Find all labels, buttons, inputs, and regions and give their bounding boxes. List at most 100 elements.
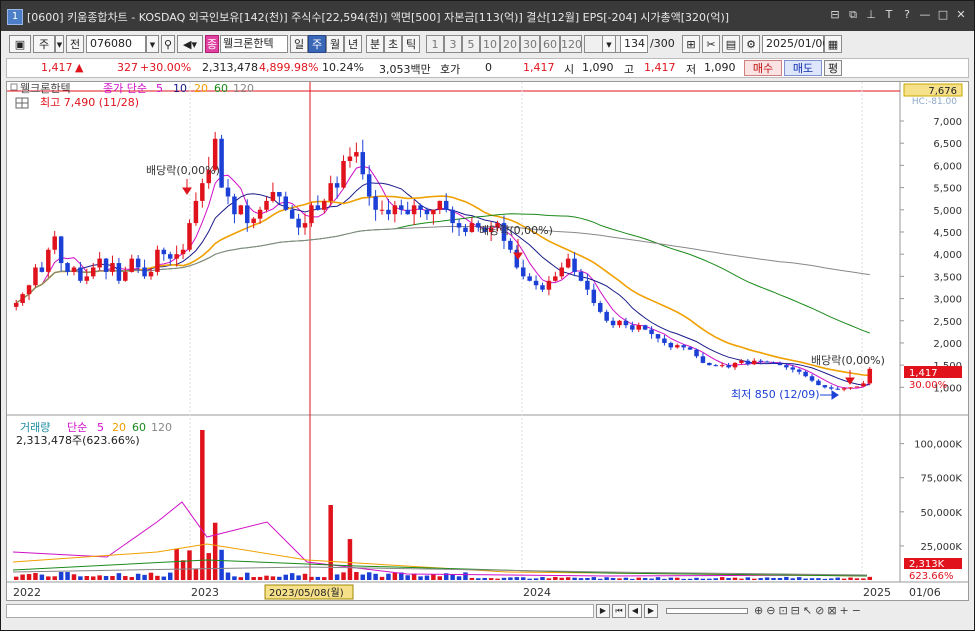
interval-20[interactable]: 20	[500, 35, 520, 53]
volume-bar	[713, 578, 719, 580]
text-icon[interactable]: T	[882, 8, 896, 22]
chart-menu-icon[interactable]: ▣	[9, 35, 31, 53]
buy-button[interactable]: 매수	[744, 60, 782, 76]
period-minute[interactable]: 분	[366, 35, 384, 53]
candle-body	[578, 271, 584, 281]
candle-body	[424, 209, 430, 215]
volume-bar	[649, 578, 654, 580]
volume-bar	[373, 573, 378, 580]
volume-bar	[33, 573, 38, 580]
candle-body	[309, 205, 314, 224]
stock-name-field[interactable]: 웰크론한텍	[220, 35, 288, 53]
volume-bar	[572, 577, 577, 580]
period-tick[interactable]: 틱	[402, 35, 420, 53]
ma-120-label: 120	[233, 82, 254, 95]
period-week[interactable]: 주	[308, 35, 326, 53]
candle-body	[630, 325, 635, 330]
interval-dropdown-icon[interactable]: ▼	[602, 35, 616, 53]
calendar-icon[interactable]: ▦	[824, 35, 842, 53]
chart-area[interactable]: 7,000 6,500 6,000 5,500 5,000 4,500 4,000 3,500…	[6, 81, 969, 601]
erase-icon[interactable]: ⊠	[827, 604, 836, 617]
zoom-in-icon[interactable]: ⊕	[754, 604, 763, 617]
price-tick-label: 7,000	[933, 117, 962, 128]
sell-button[interactable]: 매도	[784, 60, 822, 76]
scroll-start-icon[interactable]: ⏮	[612, 604, 626, 618]
volume-bar	[854, 578, 860, 580]
code-input[interactable]: 076080	[86, 35, 146, 53]
draw-icon[interactable]: ⊘	[815, 604, 824, 617]
interval-3[interactable]: 3	[444, 35, 462, 53]
interval-5[interactable]: 5	[462, 35, 480, 53]
minimize-icon[interactable]: —	[918, 8, 932, 22]
tab-all[interactable]: 전	[66, 35, 84, 53]
volume-bar	[745, 577, 751, 580]
top-price-label: 7,676	[928, 86, 957, 97]
period-second[interactable]: 초	[384, 35, 402, 53]
change-percent: +30.00%	[140, 61, 192, 74]
volume-bar	[739, 578, 744, 580]
candle-body	[33, 267, 38, 286]
volume-bar	[251, 576, 256, 580]
close-icon[interactable]: ✕	[954, 8, 968, 22]
period-day[interactable]: 일	[290, 35, 308, 53]
interval-1[interactable]: 1	[426, 35, 444, 53]
app-number-badge[interactable]: 1	[7, 9, 23, 25]
count-input[interactable]: 134	[620, 35, 648, 53]
cursor-icon[interactable]: ↖	[803, 604, 812, 617]
link-icon[interactable]: ⊟	[828, 8, 842, 22]
scroll-back-icon[interactable]: ◀	[628, 604, 642, 618]
zoom-out-icon[interactable]: ⊖	[766, 604, 775, 617]
interval-120[interactable]: 120	[560, 35, 582, 53]
volume-bar	[411, 573, 417, 580]
search-icon[interactable]: ⚲	[161, 35, 175, 53]
interval-10[interactable]: 10	[480, 35, 500, 53]
copy-icon[interactable]: ⧉	[846, 8, 860, 22]
candle-body	[809, 376, 815, 381]
scroll-right-icon[interactable]: ▶	[596, 604, 610, 618]
volume-bar	[161, 576, 167, 580]
volume-bar	[700, 578, 706, 580]
interval-30[interactable]: 30	[520, 35, 540, 53]
pin-icon[interactable]: ⊥	[864, 8, 878, 22]
volume-bar	[848, 577, 853, 580]
scroll-forward-icon[interactable]: ▶	[644, 604, 658, 618]
chart-svg[interactable]: 7,000 6,500 6,000 5,500 5,000 4,500 4,000 3,500…	[7, 82, 968, 600]
eval-button[interactable]: 평	[824, 60, 842, 76]
lock-icon[interactable]: ⊟	[791, 604, 800, 617]
volume-bar	[803, 578, 808, 580]
open-label: 시	[564, 63, 575, 76]
horizontal-scrollbar[interactable]	[6, 604, 594, 618]
period-year[interactable]: 년	[344, 35, 362, 53]
current-price-axis-label: 1,417	[909, 368, 938, 379]
volume-bar	[488, 578, 494, 580]
date-input[interactable]: 2025/01/06	[762, 35, 829, 53]
candle-body	[366, 174, 372, 197]
speaker-icon[interactable]: ◀▾	[177, 35, 203, 53]
candle-body	[694, 349, 699, 357]
candle-body	[739, 360, 744, 363]
minus-icon[interactable]: −	[852, 604, 861, 617]
volume-bar	[418, 576, 423, 580]
volume-bar	[296, 575, 301, 580]
candle-body	[559, 267, 564, 277]
plus-icon[interactable]: +	[840, 604, 849, 617]
settings-icon[interactable]: ⚙	[742, 35, 760, 53]
fit-icon[interactable]: ⊡	[778, 604, 787, 617]
stock-dropdown-icon[interactable]: ▼	[55, 35, 64, 53]
period-month[interactable]: 월	[326, 35, 344, 53]
save-icon[interactable]: ▤	[722, 35, 740, 53]
candle-body	[302, 223, 308, 228]
tab-stock[interactable]: 주	[33, 35, 55, 53]
maximize-icon[interactable]: □	[936, 8, 950, 22]
zoom-icon[interactable]: ✂	[702, 35, 720, 53]
volume-bar	[681, 578, 686, 580]
help-icon[interactable]: ?	[900, 8, 914, 22]
interval-60[interactable]: 60	[540, 35, 560, 53]
volume-bar	[379, 576, 385, 580]
volume-bar	[135, 573, 141, 580]
zoom-slider[interactable]	[666, 608, 748, 614]
grid-icon[interactable]: ⊞	[682, 35, 700, 53]
volume-moving-averages	[12, 501, 868, 577]
volume-bar	[26, 574, 32, 580]
code-dropdown-icon[interactable]: ▼	[146, 35, 159, 53]
